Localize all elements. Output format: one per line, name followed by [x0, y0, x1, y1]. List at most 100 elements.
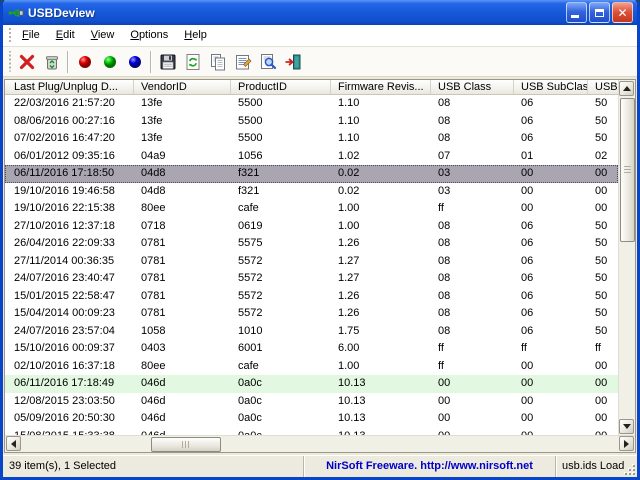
scroll-left-button[interactable]	[6, 436, 21, 451]
table-row[interactable]: 15/01/2015 22:58:47078155721.26080650	[5, 288, 618, 306]
cell: 0a0c	[231, 393, 331, 411]
table-row[interactable]: 27/11/2014 00:36:35078155721.27080650	[5, 253, 618, 271]
properties-button[interactable]	[230, 49, 255, 75]
horizontal-scroll-thumb[interactable]	[151, 437, 221, 452]
cell: 0781	[134, 270, 231, 288]
scroll-up-button[interactable]	[619, 81, 634, 96]
delete-icon	[17, 52, 37, 72]
table-row[interactable]: 27/10/2016 12:37:18071806191.00080650	[5, 218, 618, 236]
red-ball-button[interactable]	[72, 49, 97, 75]
cell: 5575	[231, 235, 331, 253]
cell: 03	[431, 183, 514, 201]
table-row[interactable]: 12/08/2015 23:03:50046d0a0c10.13000000	[5, 393, 618, 411]
blue-ball-button[interactable]	[122, 49, 147, 75]
maximize-button[interactable]	[589, 2, 610, 23]
table-row[interactable]: 02/10/2016 16:37:1880eecafe1.00ff0000	[5, 358, 618, 376]
cell: ff	[431, 358, 514, 376]
cell: ff	[431, 200, 514, 218]
column-header[interactable]: VendorID	[134, 80, 231, 95]
table-row[interactable]: 24/07/2016 23:40:47078155721.27080650	[5, 270, 618, 288]
table-row[interactable]: 22/03/2016 21:57:2013fe55001.10080650	[5, 95, 618, 113]
horizontal-scrollbar[interactable]	[5, 435, 635, 452]
cell: 50	[588, 218, 618, 236]
cell: ff	[431, 340, 514, 358]
scroll-right-button[interactable]	[619, 436, 634, 451]
table-row[interactable]: 19/10/2016 22:15:3880eecafe1.00ff0000	[5, 200, 618, 218]
cell: 00	[588, 428, 618, 436]
table-row[interactable]: 06/11/2016 17:18:5004d8f3210.02030000	[5, 165, 618, 183]
column-header[interactable]: ProductID	[231, 80, 331, 95]
cell: 13fe	[134, 130, 231, 148]
find-button[interactable]	[255, 49, 280, 75]
table-row[interactable]: 06/11/2016 17:18:49046d0a0c10.13000000	[5, 375, 618, 393]
cell: 1.10	[331, 95, 431, 113]
column-header[interactable]: USB	[588, 80, 618, 95]
close-button[interactable]: ✕	[612, 2, 633, 23]
cell: 08	[431, 218, 514, 236]
toolbar-separator	[150, 51, 152, 73]
cell: 13fe	[134, 95, 231, 113]
cell: 06	[514, 270, 588, 288]
scroll-down-button[interactable]	[619, 419, 634, 434]
table-row[interactable]: 06/01/2012 09:35:1604a910561.02070102	[5, 148, 618, 166]
cell: 08	[431, 288, 514, 306]
cell: 5572	[231, 305, 331, 323]
menu-file[interactable]: File	[14, 27, 48, 44]
column-header[interactable]: Last Plug/Unplug D...	[5, 80, 134, 95]
table-row[interactable]: 24/07/2016 23:57:04105810101.75080650	[5, 323, 618, 341]
cell: 00	[514, 393, 588, 411]
device-list: Last Plug/Unplug D...VendorIDProductIDFi…	[4, 79, 636, 453]
table-row[interactable]: 19/10/2016 19:46:5804d8f3210.02030000	[5, 183, 618, 201]
menu-help[interactable]: Help	[176, 27, 215, 44]
cell: 50	[588, 235, 618, 253]
table-row[interactable]: 15/08/2015 15:33:38046d0a0c10.13000000	[5, 428, 618, 436]
arrow-down-icon	[623, 424, 631, 429]
table-row[interactable]: 15/10/2016 00:09:37040360016.00ffffff	[5, 340, 618, 358]
cell: 24/07/2016 23:40:47	[5, 270, 134, 288]
title-bar[interactable]: USBDeview ✕	[3, 0, 637, 25]
vertical-scrollbar[interactable]	[618, 80, 635, 435]
minimize-button[interactable]	[566, 2, 587, 23]
menu-options[interactable]: Options	[122, 27, 176, 44]
refresh-button[interactable]	[180, 49, 205, 75]
close-icon: ✕	[617, 7, 627, 19]
nirsoft-link[interactable]: NirSoft Freeware. http://www.nirsoft.net	[303, 456, 555, 477]
save-icon	[158, 52, 178, 72]
cell: 06	[514, 218, 588, 236]
menubar-gripper[interactable]	[8, 28, 11, 43]
save-button[interactable]	[155, 49, 180, 75]
resize-grip[interactable]	[623, 463, 636, 476]
column-header[interactable]: USB Class	[431, 80, 514, 95]
cell: 1.00	[331, 200, 431, 218]
exit-button[interactable]	[280, 49, 305, 75]
cell: 80ee	[134, 200, 231, 218]
table-row[interactable]: 07/02/2016 16:47:2013fe55001.10080650	[5, 130, 618, 148]
cell: 1.26	[331, 305, 431, 323]
cell: 6001	[231, 340, 331, 358]
cell: 5500	[231, 130, 331, 148]
cell: 06	[514, 288, 588, 306]
table-row[interactable]: 26/04/2016 22:09:33078155751.26080650	[5, 235, 618, 253]
cell: 0781	[134, 235, 231, 253]
delete-button[interactable]	[14, 49, 39, 75]
column-header[interactable]: USB SubClass	[514, 80, 588, 95]
copy-icon	[208, 52, 228, 72]
menu-view[interactable]: View	[83, 27, 123, 44]
toolbar-gripper[interactable]	[8, 51, 11, 71]
table-row[interactable]: 15/04/2014 00:09:23078155721.26080650	[5, 305, 618, 323]
table-row[interactable]: 05/09/2016 20:50:30046d0a0c10.13000000	[5, 410, 618, 428]
menu-edit[interactable]: Edit	[48, 27, 83, 44]
table-row[interactable]: 08/06/2016 00:27:1613fe55001.10080650	[5, 113, 618, 131]
cell: 00	[514, 165, 588, 183]
copy-button[interactable]	[205, 49, 230, 75]
green-ball-button[interactable]	[97, 49, 122, 75]
cell: 06	[514, 113, 588, 131]
cell: f321	[231, 183, 331, 201]
vertical-scroll-thumb[interactable]	[620, 98, 635, 242]
cell: 08	[431, 253, 514, 271]
minimize-icon	[571, 15, 579, 18]
uninstall-button[interactable]	[39, 49, 64, 75]
column-header[interactable]: Firmware Revis...	[331, 80, 431, 95]
cell: 19/10/2016 19:46:58	[5, 183, 134, 201]
cell: 1056	[231, 148, 331, 166]
